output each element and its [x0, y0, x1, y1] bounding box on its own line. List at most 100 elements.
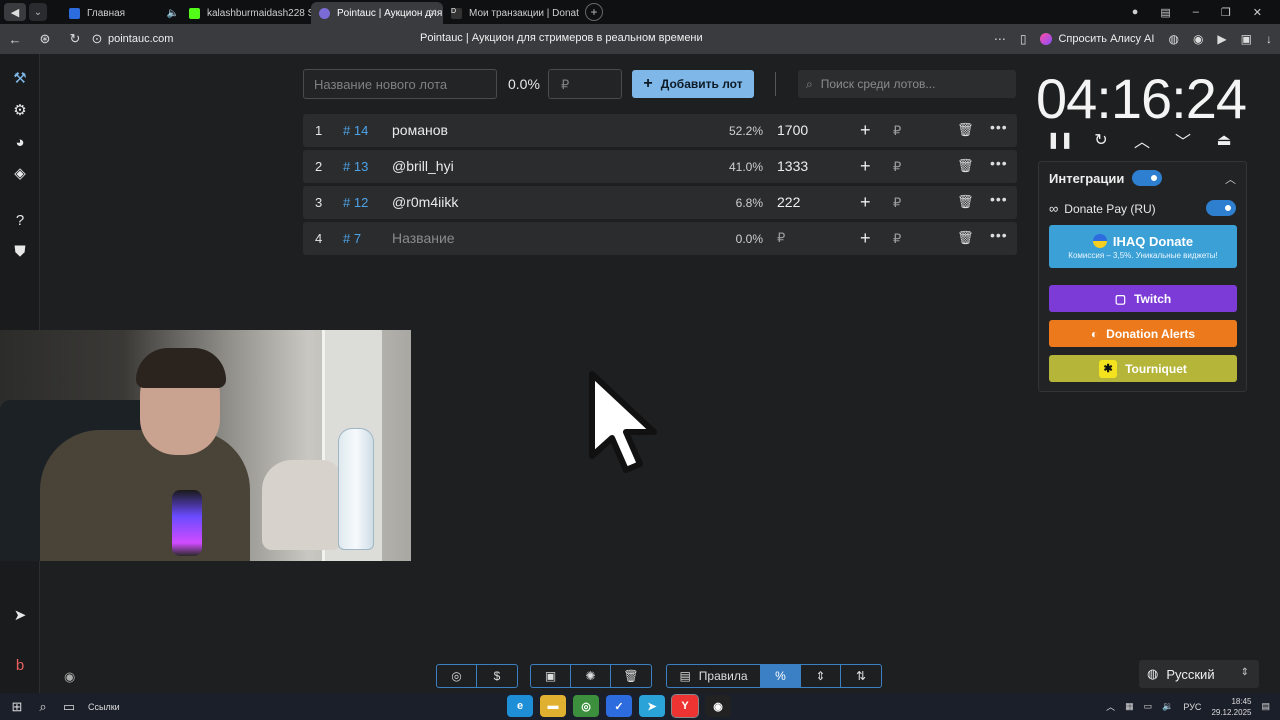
ihaq-donate-button[interactable]: IHAQ Donate Комиссия – 3,5%. Уникальные …	[1049, 225, 1237, 268]
yandex-browser-icon[interactable]: Y	[671, 694, 699, 718]
more-icon[interactable]: •••	[990, 155, 1008, 171]
eye-icon[interactable]: ◉	[64, 669, 75, 685]
donate-dollar-icon[interactable]: $	[477, 665, 517, 687]
obs-icon[interactable]: ◉	[705, 695, 731, 717]
lot-amount[interactable]: 222	[777, 194, 800, 210]
chevron-up-icon[interactable]: ︿	[1225, 171, 1236, 187]
chevron-down-icon[interactable]: ⌄	[29, 3, 47, 21]
lot-add-currency[interactable]: ₽	[893, 231, 901, 247]
extension-icon[interactable]: ◉	[1193, 32, 1203, 46]
donate-pay-toggle[interactable]	[1206, 200, 1236, 216]
add-amount-icon[interactable]: +	[860, 120, 871, 141]
add-amount-icon[interactable]: +	[860, 156, 871, 177]
help-icon[interactable]: ?	[10, 210, 30, 230]
lot-amount-placeholder[interactable]: ₽	[777, 230, 785, 246]
save-icon[interactable]: ▣	[531, 665, 571, 687]
lot-fast-id[interactable]: # 7	[343, 231, 361, 246]
minimize-icon[interactable]: –	[1193, 6, 1199, 18]
edge-icon[interactable]: e	[507, 695, 533, 717]
rules-button[interactable]: ▤ Правила	[667, 665, 761, 687]
tab-pointauc[interactable]: Pointauc | Аукцион для ✕	[311, 2, 443, 24]
shield-check-icon[interactable]: ⛊	[10, 241, 30, 261]
delete-icon[interactable]: 🗑	[957, 122, 974, 138]
add-time-icon[interactable]: ︿	[1129, 128, 1155, 152]
mute-icon[interactable]: 🔈	[167, 8, 179, 19]
double-up-icon[interactable]: ⏏	[1211, 128, 1237, 152]
globe-icon[interactable]: ◍	[1168, 32, 1178, 46]
settings-gear-icon[interactable]: ⚙	[10, 100, 30, 120]
add-lot-button[interactable]: + Добавить лот	[632, 70, 754, 98]
lot-fast-id[interactable]: # 14	[343, 123, 368, 138]
explorer-icon[interactable]: ▬	[540, 695, 566, 717]
lot-amount[interactable]: 1333	[777, 158, 808, 174]
tab-kick[interactable]: kalashburmaidash228 Stre	[181, 2, 311, 24]
layers-icon[interactable]: ◈	[10, 163, 30, 183]
bug-icon[interactable]: ✺	[571, 665, 611, 687]
tab-home[interactable]: Главная 🔈	[61, 2, 181, 24]
system-clock[interactable]: 18:45 29.12.2025	[1211, 696, 1251, 718]
notification-center-icon[interactable]: ▤	[1261, 701, 1270, 712]
tourniquet-button[interactable]: ✱ Tourniquet	[1049, 355, 1237, 382]
pie-chart-icon[interactable]: ◕	[10, 132, 30, 152]
tray-chevron-icon[interactable]: ︿	[1106, 700, 1115, 713]
lot-amount[interactable]: 1700	[777, 122, 808, 138]
pause-icon[interactable]: ❚❚	[1047, 128, 1074, 152]
keyboard-language[interactable]: РУС	[1183, 702, 1201, 712]
notifications-icon[interactable]: ▤	[1160, 6, 1170, 19]
lot-add-currency[interactable]: ₽	[893, 123, 901, 139]
new-lot-name-input[interactable]: Название нового лота	[303, 69, 497, 99]
donation-alerts-button[interactable]: ◐ Donation Alerts	[1049, 320, 1237, 347]
lot-add-currency[interactable]: ₽	[893, 195, 901, 211]
downloads-icon[interactable]: ↓	[1266, 32, 1272, 46]
sound-icon[interactable]: ◀	[4, 3, 26, 21]
new-tab-button[interactable]: +	[585, 3, 603, 21]
delete-icon[interactable]: 🗑	[957, 194, 974, 210]
percent-toggle-icon[interactable]: %	[761, 665, 801, 687]
lot-name[interactable]: @r0m4iikk	[392, 194, 458, 210]
back-icon[interactable]: ←	[0, 32, 30, 47]
lot-name-placeholder[interactable]: Название	[392, 230, 455, 246]
network-icon[interactable]: ▭	[1144, 701, 1153, 712]
more-icon[interactable]: •••	[990, 227, 1008, 243]
reload-icon[interactable]: ↻	[60, 31, 90, 47]
tab-donate[interactable]: D Мои транзакции | Donate	[443, 2, 579, 24]
new-lot-amount-input[interactable]: ₽	[548, 69, 622, 99]
integrations-toggle[interactable]	[1132, 170, 1162, 186]
bookmark-icon[interactable]: ▯	[1020, 32, 1027, 46]
lot-name[interactable]: @brill_hyi	[392, 158, 454, 174]
close-tab-icon[interactable]: ✕	[429, 8, 437, 19]
more-icon[interactable]: ⋯	[994, 32, 1006, 46]
close-window-icon[interactable]: ✕	[1253, 6, 1262, 19]
lot-fast-id[interactable]: # 13	[343, 159, 368, 174]
mail-icon[interactable]: ✓	[606, 695, 632, 717]
ask-alice-button[interactable]: Спросить Алису AI	[1040, 33, 1154, 45]
auction-hammer-icon[interactable]: ⚒	[10, 68, 30, 88]
boosty-icon[interactable]: b	[10, 655, 30, 675]
language-select[interactable]: ◍ Русский ⇕	[1139, 660, 1259, 688]
taskbar-links[interactable]: Ссылки	[88, 702, 120, 712]
compress-icon[interactable]: ⇕	[801, 665, 841, 687]
subtract-time-icon[interactable]: ﹀	[1170, 128, 1196, 152]
tray-apps-icon[interactable]: ▦	[1125, 701, 1134, 712]
shield-icon[interactable]: ⊛	[30, 31, 60, 47]
lot-name[interactable]: романов	[392, 122, 448, 138]
windows-start-icon[interactable]: ⊞	[4, 696, 30, 718]
lot-search-input[interactable]: ⌕ Поиск среди лотов...	[798, 70, 1016, 98]
github-icon[interactable]: ◎	[437, 665, 477, 687]
volume-icon[interactable]: 🔉	[1162, 701, 1173, 712]
lot-add-currency[interactable]: ₽	[893, 159, 901, 175]
add-amount-icon[interactable]: +	[860, 192, 871, 213]
profile-icon[interactable]: ●	[1132, 6, 1139, 18]
task-view-icon[interactable]: ▭	[56, 696, 82, 718]
twitch-button[interactable]: ▢ Twitch	[1049, 285, 1237, 312]
delete-icon[interactable]: 🗑	[957, 230, 974, 246]
site-info-icon[interactable]: ⊙	[90, 31, 104, 47]
add-amount-icon[interactable]: +	[860, 228, 871, 249]
reset-icon[interactable]: ↻	[1088, 128, 1114, 152]
more-icon[interactable]: •••	[990, 191, 1008, 207]
chrome-icon[interactable]: ◎	[573, 695, 599, 717]
sort-icon[interactable]: ⇅	[841, 665, 881, 687]
url-text[interactable]: pointauc.com	[108, 33, 173, 45]
search-icon[interactable]: ⌕	[30, 696, 56, 718]
delete-icon[interactable]: 🗑	[957, 158, 974, 174]
